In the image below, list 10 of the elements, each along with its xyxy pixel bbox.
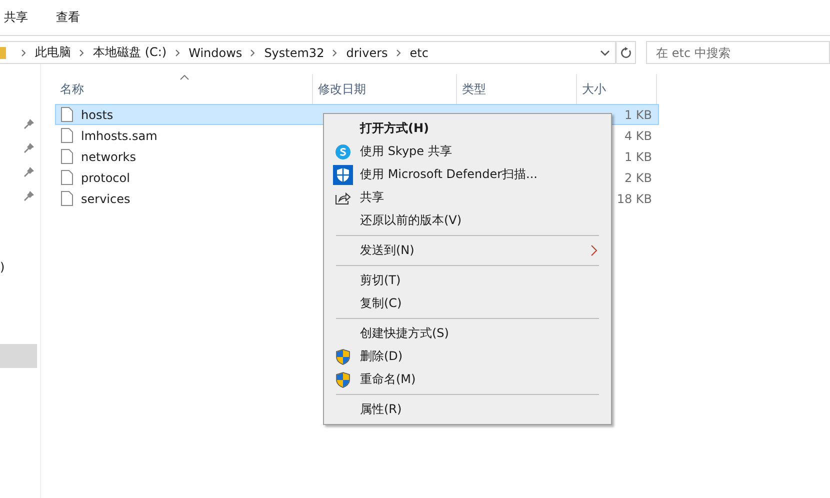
file-name: hosts bbox=[81, 108, 114, 122]
file-name: networks bbox=[81, 150, 136, 164]
file-name: protocol bbox=[81, 170, 130, 184]
file-size: 1 KB bbox=[624, 150, 652, 164]
file-name: lmhosts.sam bbox=[81, 128, 158, 142]
file-size: 18 KB bbox=[616, 192, 652, 206]
file-size: 4 KB bbox=[624, 128, 652, 142]
file-size: 2 KB bbox=[624, 170, 652, 184]
file-size: 1 KB bbox=[624, 108, 652, 122]
file-name: services bbox=[81, 192, 130, 206]
